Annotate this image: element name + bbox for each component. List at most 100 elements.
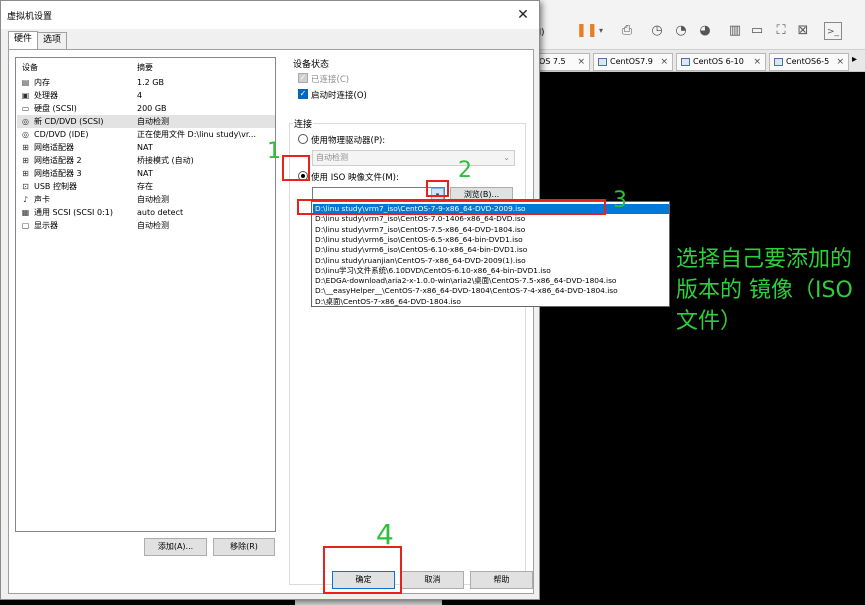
connect-at-power-on-label[interactable]: 启动时连接(O) [311,89,367,101]
vm-icon [598,58,607,66]
annotation-box-3 [297,199,606,215]
device-summary: NAT [137,169,153,178]
device-name: CD/DVD (IDE) [34,130,89,139]
device-summary: 自动检测 [137,221,169,230]
tab-hardware[interactable]: 硬件 [8,31,39,50]
annotation-box-1 [282,155,310,181]
device-status-title: 设备状态 [293,60,330,70]
device-row[interactable]: ▢ 显示器 自动检测 [17,219,275,232]
device-name: 显示器 [34,221,58,230]
connected-checkbox: ✓ [298,73,308,83]
device-summary: 200 GB [137,104,167,113]
device-list[interactable]: 设备 摘要 ▤ 内存 1.2 GB ▣ 处理器 4 ▭ 硬盘 (SCSI) 200 GB ◎ 新 C… [15,57,276,532]
device-summary: 桥接模式 (自动) [137,156,194,165]
iso-option[interactable]: D:\linu study\ruanjian\CentOS-7-x86_64-D… [313,256,669,266]
device-name: USB 控制器 [34,182,77,191]
vm-tab[interactable]: CentOS7.9 × [593,53,673,71]
close-icon[interactable]: ✕ [513,5,533,25]
device-row[interactable]: ▦ 通用 SCSI (SCSI 0:1) auto detect [17,206,275,219]
network-icon: ⊞ [22,143,29,152]
annotation-caption: 选择自己要添加的版本的 镜像（ISO文件） [676,247,853,334]
help-button[interactable]: 帮助 [470,571,533,589]
iso-image-label[interactable]: 使用 ISO 映像文件(M): [311,171,399,183]
device-row[interactable]: ⊞ 网络适配器 3 NAT [17,167,275,180]
annotation-box-2 [426,180,449,197]
annotation-step-3: 3 [613,188,627,213]
snapshot-icon[interactable]: ◷ [648,22,666,40]
device-name: 网络适配器 2 [34,156,82,165]
cancel-button[interactable]: 取消 [401,571,464,589]
add-device-button[interactable]: 添加(A)... [144,538,207,556]
iso-option[interactable]: D:\桌面\CentOS-7-x86_64-DVD-1804.iso [313,297,669,307]
physical-drive-label[interactable]: 使用物理驱动器(P): [311,134,385,146]
iso-option[interactable]: D:\linu study\vrm7_iso\CentOS-7.0-1406-x… [313,214,669,224]
device-name: 内存 [34,78,50,87]
close-icon[interactable]: × [753,54,761,70]
device-summary: NAT [137,143,153,152]
snapshot-manager-icon[interactable]: ◕ [696,22,714,40]
network-icon: ⊞ [22,169,29,178]
disk-icon: ▭ [21,104,30,113]
device-row[interactable]: ◎ 新 CD/DVD (SCSI) 自动检测 [17,115,275,128]
cd-icon: ◎ [22,130,29,139]
console-view-icon[interactable]: ▭ [748,22,766,40]
device-row[interactable]: ◎ CD/DVD (IDE) 正在使用文件 D:\linu study\vr... [17,128,275,141]
vm-icon [681,58,690,66]
connect-at-power-on-checkbox[interactable]: ✓ [298,89,308,99]
dialog-title: 虚拟机设置 [7,12,53,22]
iso-option[interactable]: D:\linu study\vrm6_iso\CentOS-6.5-x86_64… [313,235,669,245]
iso-dropdown-list[interactable]: D:\linu study\vrm7_iso\CentOS-7-9-x86_64… [311,201,670,307]
device-row[interactable]: ⊞ 网络适配器 2 桥接模式 (自动) [17,154,275,167]
snapshot-send-icon[interactable]: ⎙ [618,22,636,40]
device-row[interactable]: ♪ 声卡 自动检测 [17,193,275,206]
device-name: 网络适配器 3 [34,169,82,178]
physical-drive-radio[interactable] [298,134,308,144]
column-header-summary[interactable]: 摘要 [137,62,153,73]
tab-options[interactable]: 选项 [37,32,68,49]
device-summary: 1.2 GB [137,78,164,87]
title-bar: 虚拟机设置 ✕ [1,1,539,29]
vm-icon [774,58,783,66]
sound-icon: ♪ [22,195,29,204]
vm-tab[interactable]: CentOS 6-10 × [676,53,766,71]
iso-option[interactable]: D:\EDGA-download\aria2-x-1.0.0-win\aria2… [313,276,669,286]
device-summary: 自动检测 [137,117,169,126]
device-row[interactable]: ▤ 内存 1.2 GB [17,76,275,89]
memory-icon: ▤ [21,78,30,87]
connected-label: 已连接(C) [311,75,350,85]
library-view-icon[interactable]: ▥ [726,22,744,40]
network-icon: ⊞ [22,156,29,165]
cd-icon: ◎ [22,117,29,126]
column-header-device[interactable]: 设备 [22,62,38,73]
iso-option[interactable]: D:\linu学习\文件系统\6.10DVD\CentOS-6.10-x86_6… [313,266,669,276]
connection-title: 连接 [293,117,314,130]
iso-option[interactable]: D:\__easyHelper__\CentOS-7-x86_64-DVD-18… [313,286,669,296]
remove-device-button[interactable]: 移除(R) [213,538,275,556]
terminal-icon[interactable]: >_ [824,22,842,40]
close-icon[interactable]: × [577,54,585,70]
host-vm-tabs: OS 7.5 × CentOS7.9 × CentOS 6-10 × CentOS6-… [520,50,865,72]
cpu-icon: ▣ [21,91,30,100]
display-icon: ▢ [21,221,30,230]
annotation-step-1: 1 [267,139,281,164]
physical-drive-select: 自动检测 ⌄ [312,150,515,166]
chevron-down-icon[interactable]: ▾ [592,22,610,40]
device-row[interactable]: ▣ 处理器 4 [17,89,275,102]
device-name: 声卡 [34,195,50,204]
iso-option[interactable]: D:\linu study\vrm7_iso\CentOS-7.5-x86_64… [313,225,669,235]
device-name: 通用 SCSI (SCSI 0:1) [34,208,113,217]
device-row[interactable]: ⊡ USB 控制器 存在 [17,180,275,193]
device-summary: 存在 [137,182,153,191]
vm-tab[interactable]: CentOS6-5 × [769,53,849,71]
tabs-overflow-icon[interactable]: ▸ [852,54,857,65]
close-icon[interactable]: × [660,54,668,70]
close-icon[interactable]: × [836,54,844,70]
snapshot-restore-icon[interactable]: ◔ [672,22,690,40]
device-row[interactable]: ▭ 硬盘 (SCSI) 200 GB [17,102,275,115]
host-toolbar: 动(M) ❚❚ ▾ ⎙ ◷ ◔ ◕ ▥ ▭ ⛶ ⊠ >_ [520,0,865,50]
iso-option[interactable]: D:\linu study\vrm6_iso\CentOS-6.10-x86_6… [313,245,669,255]
device-row[interactable]: ⊞ 网络适配器 NAT [17,141,275,154]
fullscreen-icon[interactable]: ⛶ [772,22,790,40]
device-summary: auto detect [137,208,184,217]
unity-icon[interactable]: ⊠ [794,22,812,40]
